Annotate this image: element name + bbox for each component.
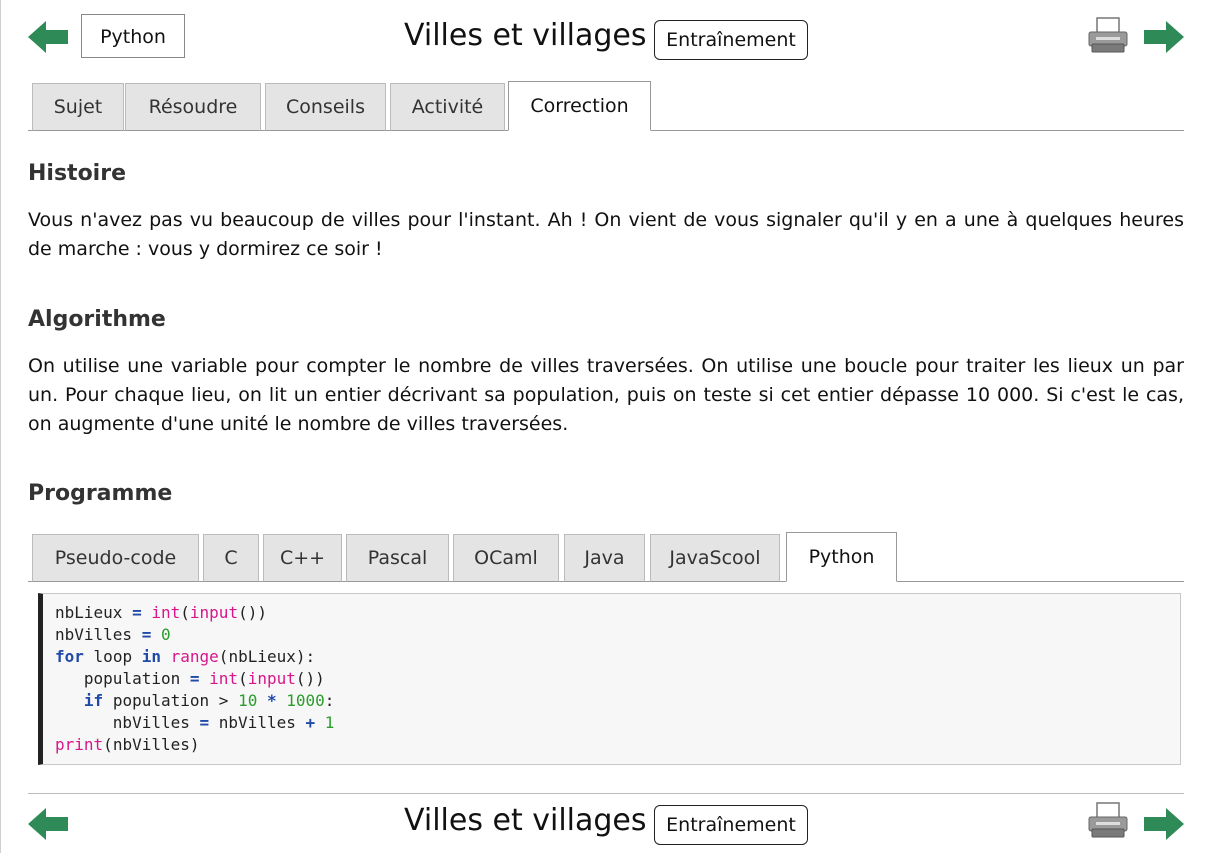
top-navigation-bar: Python Villes et villages Entraînement (28, 14, 1184, 62)
code-language-tabs: Pseudo-code C C++ Pascal OCaml Java Java… (28, 532, 1184, 582)
section-heading-algorithme: Algorithme (28, 307, 166, 332)
tab-resoudre[interactable]: Résoudre (125, 83, 261, 131)
footer-title: Villes et villages (404, 803, 647, 838)
code-line: if population > 10 * 1000: (83, 691, 335, 710)
code-block: nbLieux = int(input()) nbVilles = 0 for … (38, 593, 1181, 765)
tab-cpp[interactable]: C++ (263, 534, 342, 582)
bottom-navigation-bar: Villes et villages Entraînement (28, 799, 1184, 847)
histoire-text: Vous n'avez pas vu beaucoup de villes po… (28, 209, 1184, 260)
code-line: population = int(input()) (83, 669, 325, 688)
arrow-left-icon[interactable] (28, 807, 68, 841)
left-border (0, 0, 1, 853)
tab-correction[interactable]: Correction (508, 81, 651, 131)
code-line: nbVilles = 0 (55, 625, 171, 644)
section-heading-programme: Programme (28, 481, 173, 506)
tab-ocaml[interactable]: OCaml (453, 534, 559, 582)
tab-sujet[interactable]: Sujet (32, 83, 124, 131)
code-line: nbVilles = nbVilles + 1 (112, 713, 335, 732)
printer-icon[interactable] (1088, 801, 1128, 839)
code-line: print(nbVilles) (55, 735, 200, 754)
tab-python[interactable]: Python (786, 532, 897, 582)
language-button[interactable]: Python (81, 14, 185, 58)
tab-c[interactable]: C (203, 534, 259, 582)
arrow-left-icon[interactable] (28, 20, 68, 54)
tab-activite[interactable]: Activité (390, 83, 505, 131)
tab-java[interactable]: Java (564, 534, 645, 582)
code-line: nbLieux = int(input()) (55, 603, 267, 622)
page-title: Villes et villages (404, 18, 647, 53)
main-tabs: Sujet Résoudre Conseils Activité Correct… (28, 81, 1184, 131)
printer-icon[interactable] (1088, 16, 1128, 54)
arrow-right-icon[interactable] (1144, 807, 1184, 841)
footer-mode-button[interactable]: Entraînement (654, 805, 808, 845)
arrow-right-icon[interactable] (1144, 20, 1184, 54)
tab-pascal[interactable]: Pascal (346, 534, 449, 582)
mode-button[interactable]: Entraînement (654, 20, 808, 60)
algorithme-text: On utilise une variable pour compter le … (28, 355, 1184, 435)
tab-javascool[interactable]: JavaScool (650, 534, 780, 582)
tab-pseudo-code[interactable]: Pseudo-code (32, 534, 199, 582)
section-heading-histoire: Histoire (28, 161, 126, 186)
footer-divider (28, 793, 1184, 794)
tab-conseils[interactable]: Conseils (265, 83, 386, 131)
code-line: for loop in range(nbLieux): (55, 647, 316, 666)
